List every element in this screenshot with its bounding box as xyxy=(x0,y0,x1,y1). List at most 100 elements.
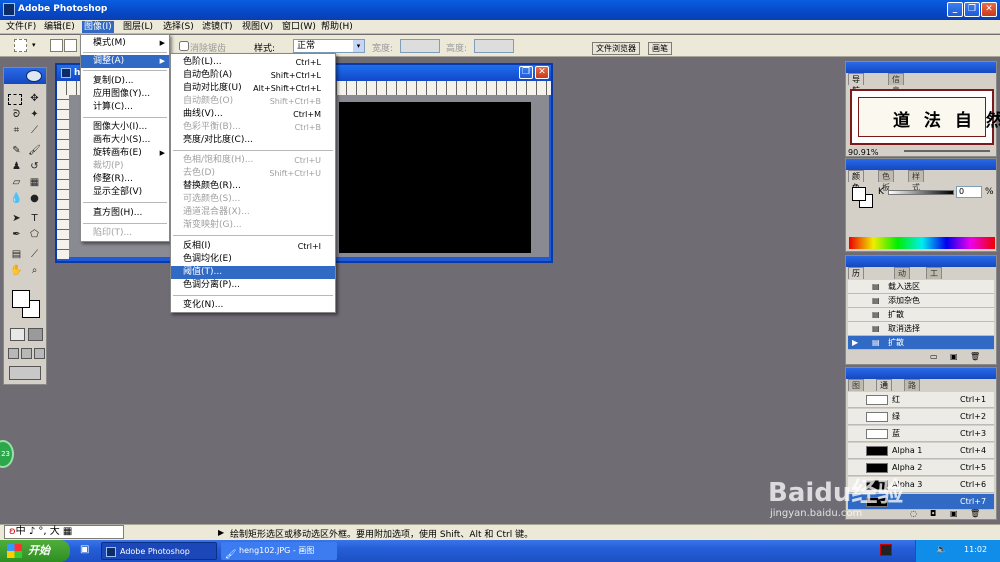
type-tool-icon[interactable]: T xyxy=(26,212,43,226)
width-input[interactable] xyxy=(400,39,440,53)
menu-item-equalize[interactable]: 色调均化(E) xyxy=(171,253,335,266)
menu-item-duplicate[interactable]: 复制(D)... xyxy=(81,75,169,88)
tab-info[interactable]: 信息 xyxy=(888,73,904,95)
start-button[interactable]: 开始 xyxy=(0,540,70,562)
eraser-tool-icon[interactable]: ▱ xyxy=(8,176,25,190)
menu-item-invert[interactable]: 反相(I) Ctrl+I xyxy=(171,240,335,253)
jump-to-imageready-icon[interactable] xyxy=(9,366,41,380)
menu-item-trim[interactable]: 修整(R)... xyxy=(81,173,169,186)
menu-file[interactable]: 文件(F) xyxy=(4,21,38,33)
trash-icon[interactable]: 🗑 xyxy=(970,352,980,361)
path-select-icon[interactable]: ➤ xyxy=(8,212,25,226)
channel-row[interactable]: 绿 Ctrl+2 xyxy=(848,409,994,425)
hand-tool-icon[interactable]: ✋ xyxy=(8,264,25,278)
menu-item-rotate-canvas[interactable]: 旋转画布(E) ▶ xyxy=(81,147,169,160)
channel-row[interactable]: 红 Ctrl+1 xyxy=(848,392,994,408)
new-document-from-state-icon[interactable]: ▭ xyxy=(930,352,938,361)
k-slider[interactable] xyxy=(888,190,954,195)
tab-paths[interactable]: 路径 xyxy=(904,379,920,401)
channel-row[interactable]: Alpha 1 Ctrl+4 xyxy=(848,443,994,459)
history-brush-icon[interactable]: ↺ xyxy=(26,160,43,174)
tab-history[interactable]: 历史记录 xyxy=(848,267,864,311)
restore-button[interactable]: ❐ xyxy=(964,2,980,17)
dodge-tool-icon[interactable]: ● xyxy=(26,192,43,206)
taskbar-item-photoshop[interactable]: Adobe Photoshop xyxy=(101,542,217,560)
menu-filter[interactable]: 滤镜(T) xyxy=(200,21,235,33)
marquee-preset-icon[interactable] xyxy=(14,39,27,52)
menu-item-image-size[interactable]: 图像大小(I)... xyxy=(81,121,169,134)
menu-help[interactable]: 帮助(H) xyxy=(319,21,355,33)
menu-window[interactable]: 窗口(W) xyxy=(280,21,318,33)
doc-restore-button[interactable]: ❐ xyxy=(519,66,533,79)
eyedropper-icon[interactable]: ⟋ xyxy=(26,248,43,262)
menu-item-curves[interactable]: 曲线(V)... Ctrl+M xyxy=(171,108,335,121)
menu-view[interactable]: 视图(V) xyxy=(240,21,275,33)
screen-mode-standard-icon[interactable] xyxy=(8,348,19,359)
crop-tool-icon[interactable]: ⌗ xyxy=(8,124,25,138)
minimize-button[interactable]: _ xyxy=(947,2,963,17)
zoom-tool-icon[interactable]: ⌕ xyxy=(26,264,43,278)
antialias-checkbox[interactable] xyxy=(179,41,189,51)
menu-select[interactable]: 选择(S) xyxy=(161,21,196,33)
file-browser-tab[interactable]: 文件浏览器 xyxy=(592,42,640,55)
k-value-input[interactable]: 0 xyxy=(956,186,982,198)
clone-stamp-icon[interactable]: ♟ xyxy=(8,160,25,174)
menu-item-auto-levels[interactable]: 自动色阶(A) Shift+Ctrl+L xyxy=(171,69,335,82)
menu-item-auto-contrast[interactable]: 自动对比度(U) Alt+Shift+Ctrl+L xyxy=(171,82,335,95)
menu-item-canvas-size[interactable]: 画布大小(S)... xyxy=(81,134,169,147)
menu-image[interactable]: 图像(I) xyxy=(82,21,114,33)
menu-item-calculations[interactable]: 计算(C)... xyxy=(81,101,169,114)
tab-styles[interactable]: 样式 xyxy=(908,170,924,192)
healing-brush-icon[interactable]: ✎ xyxy=(8,144,25,158)
menu-item-mode[interactable]: 模式(M) ▶ xyxy=(81,37,169,50)
ime-toolbar[interactable]: ʚ中 ♪ °, 大 ▦ xyxy=(4,525,124,539)
add-selection-icon[interactable] xyxy=(64,39,77,52)
gradient-tool-icon[interactable]: ▦ xyxy=(26,176,43,190)
delete-channel-icon[interactable]: 🗑 xyxy=(970,509,980,518)
doc-close-button[interactable]: ✕ xyxy=(535,66,549,79)
tab-color[interactable]: 颜色 xyxy=(848,170,864,192)
marquee-tool-icon[interactable] xyxy=(8,94,22,105)
image-canvas[interactable] xyxy=(339,102,531,253)
menu-edit[interactable]: 编辑(E) xyxy=(42,21,77,33)
channel-row[interactable]: 蓝 Ctrl+3 xyxy=(848,426,994,442)
notes-tool-icon[interactable]: ▤ xyxy=(8,248,25,262)
close-button[interactable]: ✕ xyxy=(981,2,997,17)
height-input[interactable] xyxy=(474,39,514,53)
menu-item-posterize[interactable]: 色调分离(P)... xyxy=(171,279,335,292)
slice-tool-icon[interactable]: ⟋ xyxy=(26,124,43,138)
tab-navigator[interactable]: 导航器 xyxy=(848,73,864,106)
blur-tool-icon[interactable]: 💧 xyxy=(8,192,25,206)
brushes-tab[interactable]: 画笔 xyxy=(648,42,672,55)
screen-mode-full-icon[interactable] xyxy=(34,348,45,359)
taskbar-item-paint[interactable]: 🖌 heng102.JPG - 画图 xyxy=(221,542,337,560)
tab-channels[interactable]: 通道 xyxy=(876,379,892,401)
new-selection-icon[interactable] xyxy=(50,39,63,52)
magic-wand-icon[interactable]: ✦ xyxy=(26,108,43,122)
history-item-selected[interactable]: ▶ ▤ 扩散 xyxy=(848,336,994,350)
foreground-color-swatch[interactable] xyxy=(12,290,30,308)
tab-tool-presets[interactable]: 工具预设 xyxy=(926,267,942,311)
navigator-preview[interactable]: 道 法 自 然 xyxy=(850,89,1000,145)
lasso-tool-icon[interactable]: ᘐ xyxy=(8,108,25,122)
tray-app-icon[interactable] xyxy=(880,544,892,556)
new-channel-icon[interactable]: ▣ xyxy=(950,509,958,518)
history-item[interactable]: ▤ 取消选择 xyxy=(848,322,994,336)
color-foreground-swatch[interactable] xyxy=(852,187,866,201)
history-item[interactable]: ▤ 载入选区 xyxy=(848,280,994,294)
zoom-slider[interactable] xyxy=(904,150,990,152)
menu-item-brightness-contrast[interactable]: 亮度/对比度(C)... xyxy=(171,134,335,147)
menu-item-apply-image[interactable]: 应用图像(Y)... xyxy=(81,88,169,101)
tab-swatches[interactable]: 色板 xyxy=(878,170,894,192)
menu-item-variations[interactable]: 变化(N)... xyxy=(171,299,335,312)
tab-layers[interactable]: 图层 xyxy=(848,379,864,401)
menu-item-adjust[interactable]: 调整(A) ▶ xyxy=(81,55,169,68)
menu-item-histogram[interactable]: 直方图(H)... xyxy=(81,207,169,220)
menu-item-reveal-all[interactable]: 显示全部(V) xyxy=(81,186,169,199)
standard-mode-icon[interactable] xyxy=(10,328,25,341)
history-item[interactable]: ▤ 添加杂色 xyxy=(848,294,994,308)
move-tool-icon[interactable]: ✥ xyxy=(26,92,43,106)
style-select[interactable]: 正常 ▾ xyxy=(293,39,365,53)
pen-tool-icon[interactable]: ✒ xyxy=(8,228,25,242)
menu-item-levels[interactable]: 色阶(L)... Ctrl+L xyxy=(171,56,335,69)
